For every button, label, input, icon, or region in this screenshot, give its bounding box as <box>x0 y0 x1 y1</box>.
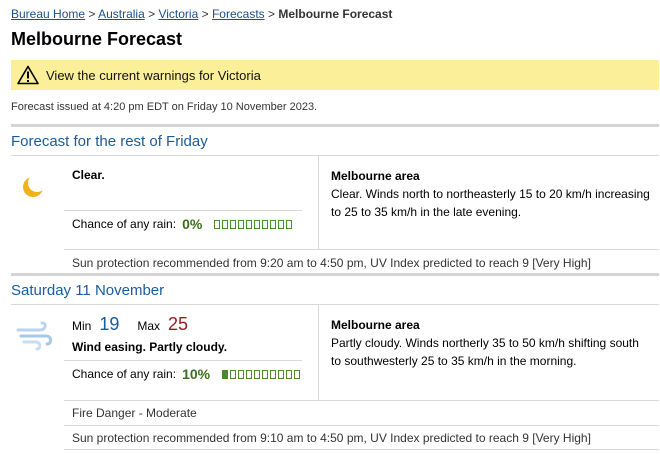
area-forecast-text: Clear. Winds north to northeasterly 15 t… <box>331 187 650 219</box>
sun-protection-text: Sun protection recommended from 9:10 am … <box>72 431 591 445</box>
breadcrumb: Bureau Home > Australia > Victoria > For… <box>11 7 392 21</box>
rain-bar-segment <box>230 219 237 229</box>
forecast-issued: Forecast issued at 4:20 pm EDT on Friday… <box>11 101 318 113</box>
area-title: Melbourne area <box>331 169 420 183</box>
rain-bar-segment <box>278 219 285 229</box>
rain-bar-segment <box>246 369 253 379</box>
breadcrumb-separator: > <box>201 7 209 21</box>
rain-bar-segment <box>270 369 277 379</box>
row-divider <box>64 400 659 401</box>
rain-bar-segment <box>214 219 221 229</box>
rain-bar-segment <box>262 369 269 379</box>
forecast-summary: Wind easing. Partly cloudy. <box>72 340 228 354</box>
row-divider <box>64 449 659 450</box>
rain-chance-label: Chance of any rain: <box>72 217 177 231</box>
rain-bar-segment <box>286 369 293 379</box>
wind-icon <box>16 321 53 351</box>
rain-chance-bar <box>214 219 293 229</box>
breadcrumb-separator: > <box>268 7 276 21</box>
row-divider <box>11 155 659 156</box>
area-title: Melbourne area <box>331 318 420 332</box>
breadcrumb-link-australia[interactable]: Australia <box>98 7 145 21</box>
warnings-link[interactable]: View the current warnings for Victoria <box>11 60 659 90</box>
rain-bar-segment <box>230 369 237 379</box>
day-title-friday: Forecast for the rest of Friday <box>11 133 208 150</box>
row-divider <box>64 249 659 250</box>
rain-bar-segment <box>286 219 293 229</box>
row-divider <box>11 304 659 305</box>
breadcrumb-link-bureau-home[interactable]: Bureau Home <box>11 7 85 21</box>
area-forecast-text: Partly cloudy. Winds northerly 35 to 50 … <box>331 336 639 368</box>
row-divider <box>64 360 302 361</box>
rain-bar-segment <box>238 219 245 229</box>
warning-triangle-icon <box>17 65 39 85</box>
forecast-summary: Clear. <box>72 168 105 182</box>
min-max-temperature: Min 19 Max 25 <box>72 314 188 335</box>
min-label: Min <box>72 319 92 333</box>
rain-chance-value: 0% <box>182 216 203 232</box>
rain-chance-bar <box>222 369 301 379</box>
rain-bar-segment <box>222 369 229 379</box>
breadcrumb-separator: > <box>148 7 156 21</box>
rain-bar-segment <box>294 369 301 379</box>
rain-chance: Chance of any rain: 10% <box>72 366 301 382</box>
sun-protection-text: Sun protection recommended from 9:20 am … <box>72 256 591 270</box>
column-divider <box>318 305 319 400</box>
rain-bar-segment <box>262 219 269 229</box>
page-title: Melbourne Forecast <box>11 29 183 49</box>
rain-bar-segment <box>278 369 285 379</box>
warning-text: View the current warnings for Victoria <box>46 67 261 83</box>
rain-bar-segment <box>254 369 261 379</box>
fire-danger-text: Fire Danger - Moderate <box>72 406 197 420</box>
breadcrumb-separator: > <box>88 7 96 21</box>
row-divider <box>64 210 302 211</box>
rain-chance-value: 10% <box>182 366 211 382</box>
day-divider <box>11 273 659 276</box>
max-temperature: 25 <box>168 314 189 334</box>
breadcrumb-current: Melbourne Forecast <box>278 7 393 21</box>
min-temperature: 19 <box>99 314 120 334</box>
max-label: Max <box>137 319 161 333</box>
day-divider <box>11 124 659 127</box>
row-divider <box>64 425 659 426</box>
rain-bar-segment <box>254 219 261 229</box>
rain-chance: Chance of any rain: 0% <box>72 216 293 232</box>
day-title-saturday: Saturday 11 November <box>11 282 165 299</box>
rain-bar-segment <box>222 219 229 229</box>
breadcrumb-link-forecasts[interactable]: Forecasts <box>212 7 265 21</box>
breadcrumb-link-victoria[interactable]: Victoria <box>158 7 198 21</box>
rain-bar-segment <box>238 369 245 379</box>
column-divider <box>318 156 319 249</box>
rain-chance-label: Chance of any rain: <box>72 367 177 381</box>
rain-bar-segment <box>246 219 253 229</box>
moon-clear-icon <box>23 174 46 197</box>
rain-bar-segment <box>270 219 277 229</box>
